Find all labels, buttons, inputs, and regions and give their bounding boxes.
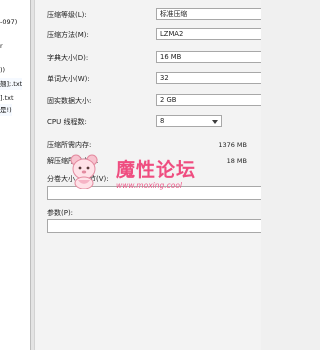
- solid-block-size-label: 固实数据大小:: [47, 97, 92, 105]
- compression-level-value: 标准压缩: [160, 10, 188, 18]
- file-list-item[interactable]: 翘];.txt: [0, 78, 23, 90]
- compression-level-select[interactable]: 标准压缩: [156, 8, 261, 20]
- compression-method-value: LZMA2: [160, 30, 184, 38]
- file-list-item[interactable]: -097): [0, 16, 17, 28]
- compression-method-label: 压缩方法(M):: [47, 31, 89, 39]
- compression-level-label: 压缩等级(L):: [47, 11, 87, 19]
- word-size-select[interactable]: 32: [156, 72, 261, 84]
- cpu-threads-label: CPU 线程数:: [47, 118, 87, 126]
- compression-options-panel: 压缩等级(L): 标准压缩 压缩方法(M): LZMA2 字典大小(D): 16…: [31, 0, 261, 350]
- cpu-threads-select[interactable]: 8: [156, 115, 222, 127]
- watermark-url: www.moxing.cool: [116, 181, 183, 190]
- parameters-label: 参数(P):: [47, 209, 74, 217]
- chevron-down-icon: [212, 120, 218, 124]
- dictionary-size-label: 字典大小(D):: [47, 54, 89, 62]
- file-list-panel: -097) r )) 翘];.txt ].txt 是!): [0, 0, 31, 350]
- word-size-label: 单词大小(W):: [47, 75, 90, 83]
- file-list-item[interactable]: r: [0, 40, 3, 52]
- word-size-value: 32: [160, 74, 169, 82]
- bear-logo-icon: [70, 154, 98, 189]
- dictionary-size-select[interactable]: 16 MB: [156, 51, 261, 63]
- solid-block-size-select[interactable]: 2 GB: [156, 94, 261, 106]
- compress-memory-value: 1376 MB: [218, 141, 247, 149]
- compress-memory-label: 压缩所需内存:: [47, 141, 92, 149]
- dictionary-size-value: 16 MB: [160, 53, 182, 61]
- watermark: 魔性论坛 www.moxing.cool: [70, 153, 219, 203]
- panel-divider: [31, 0, 35, 350]
- cpu-threads-value: 8: [160, 117, 165, 125]
- watermark-title: 魔性论坛: [116, 159, 197, 181]
- file-list-item[interactable]: ].txt: [0, 92, 14, 104]
- compression-method-select[interactable]: LZMA2: [156, 28, 261, 40]
- parameters-input[interactable]: [47, 219, 261, 233]
- file-list-item[interactable]: 是!): [0, 104, 12, 116]
- file-list-item[interactable]: )): [0, 64, 5, 76]
- solid-block-size-value: 2 GB: [160, 96, 177, 104]
- decompress-memory-value: 18 MB: [226, 157, 247, 165]
